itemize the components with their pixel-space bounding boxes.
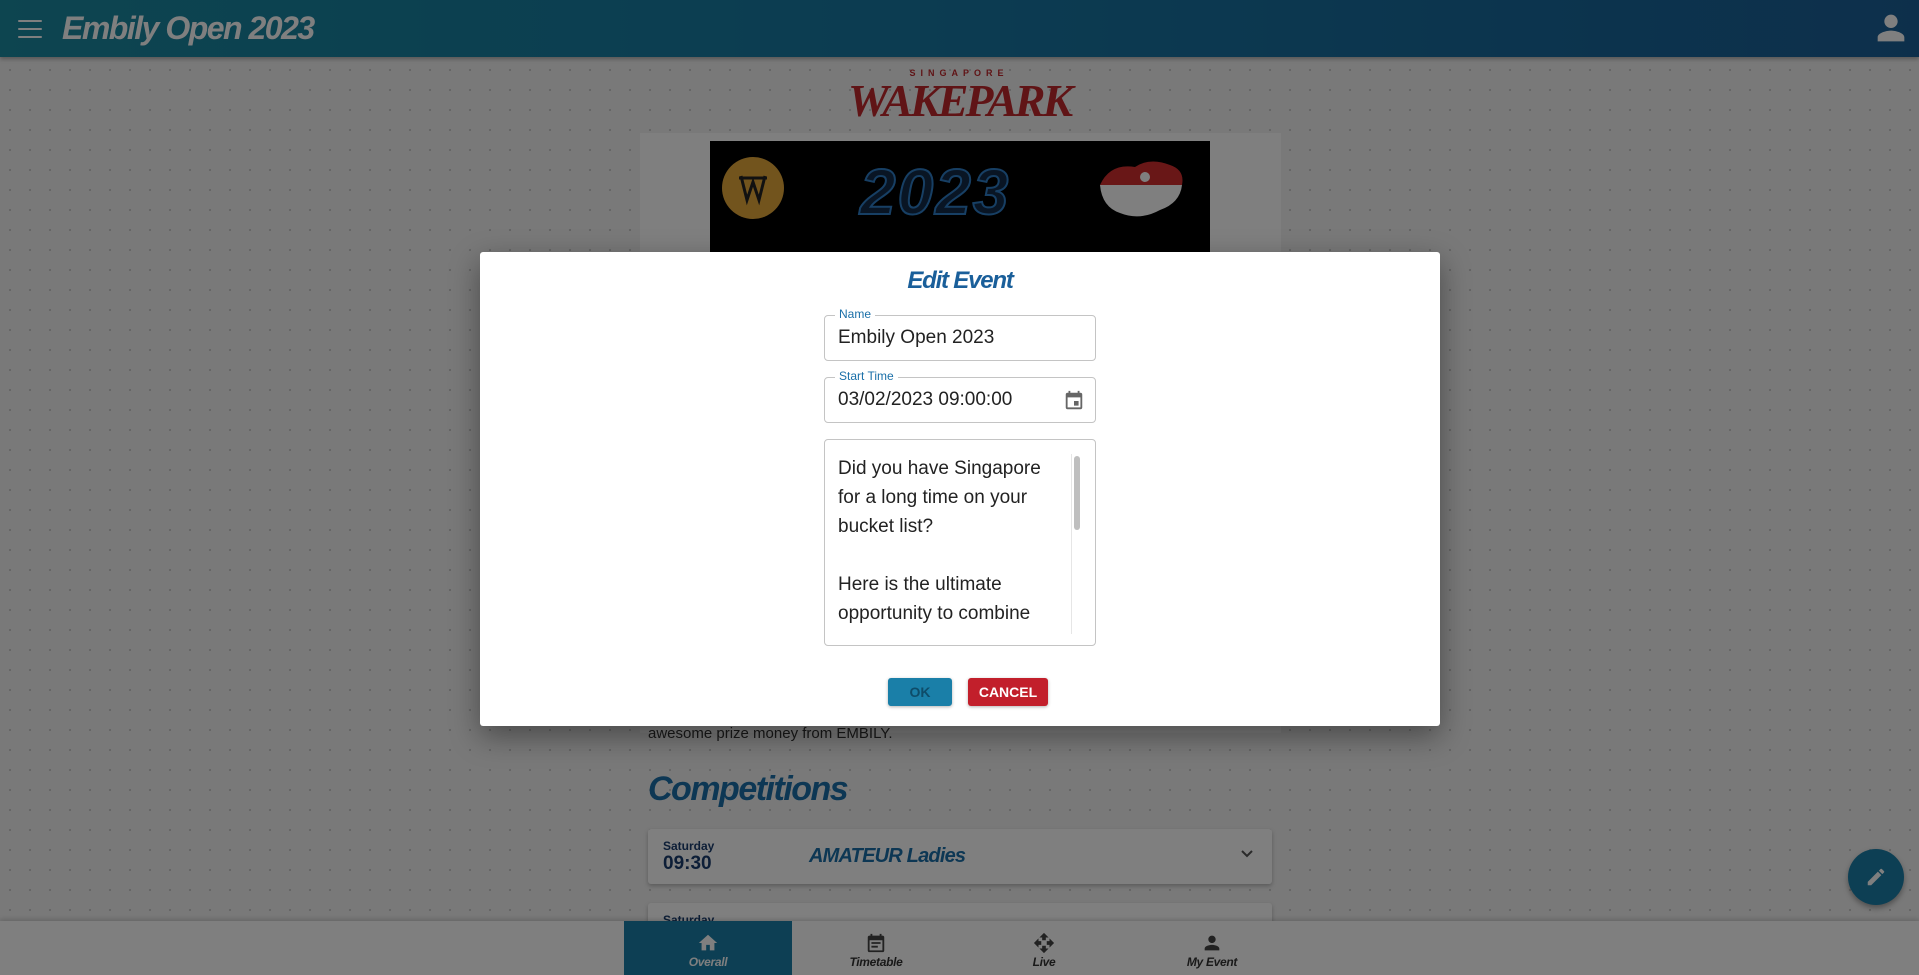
calendar-icon[interactable] (1063, 390, 1085, 412)
description-scrollbar[interactable] (1071, 454, 1081, 634)
description-text: Did you have Singapore for a long time o… (838, 458, 1041, 624)
name-field: Name (824, 307, 1096, 361)
scrollbar-thumb[interactable] (1074, 456, 1080, 530)
cancel-button[interactable]: CANCEL (968, 678, 1048, 706)
start-time-field: Start Time (824, 369, 1096, 423)
name-label: Name (835, 307, 876, 321)
ok-button[interactable]: OK (888, 678, 952, 706)
description-textarea[interactable]: Did you have Singapore for a long time o… (824, 439, 1096, 646)
start-time-label: Start Time (835, 369, 898, 383)
name-input[interactable] (825, 316, 1095, 360)
dialog-title: Edit Event (907, 267, 1014, 294)
edit-event-dialog: Edit Event Name Start Time Did you have … (480, 252, 1440, 726)
start-time-input[interactable] (825, 378, 1095, 422)
